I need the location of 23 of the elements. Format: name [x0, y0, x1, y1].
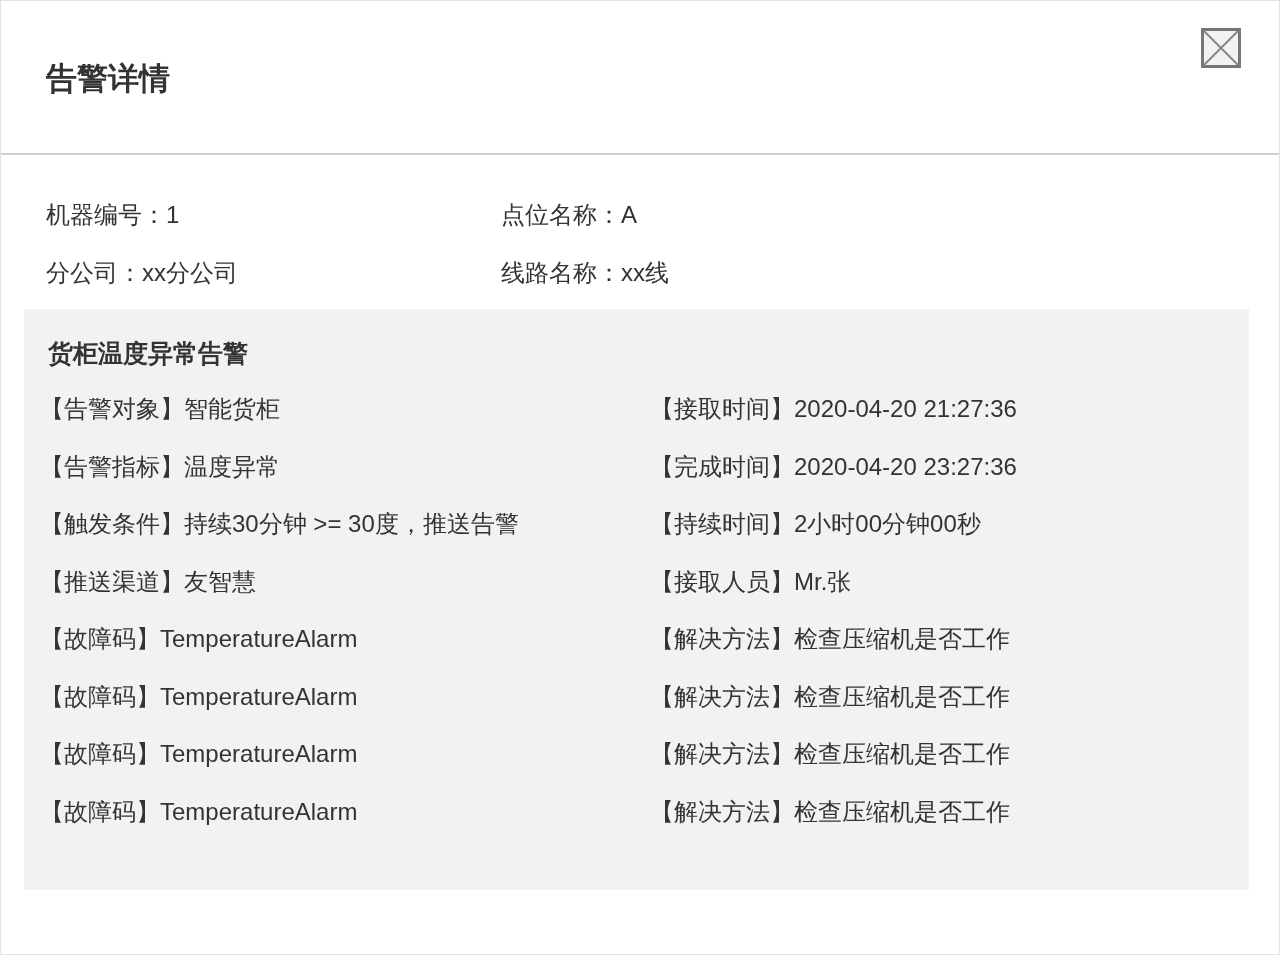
- alarm-field: 【完成时间】2020-04-20 23:27:36: [650, 448, 1249, 485]
- info-field: 线路名称：xx线: [501, 255, 1234, 291]
- alarm-field: 【触发条件】持续30分钟 >= 30度，推送告警: [40, 506, 650, 542]
- alarm-field: 【解决方法】检查压缩机是否工作: [650, 621, 1249, 657]
- alarm-field: 【接取时间】2020-04-20 21:27:36: [650, 391, 1249, 427]
- alarm-field: 【解决方法】检查压缩机是否工作: [650, 793, 1249, 830]
- alarm-field: 【解决方法】检查压缩机是否工作: [650, 736, 1249, 772]
- alarm-field: 【故障码】TemperatureAlarm: [40, 678, 650, 715]
- alarm-field: 【告警指标】温度异常: [40, 448, 650, 485]
- alarm-field: 【故障码】TemperatureAlarm: [40, 793, 650, 830]
- alarm-field: 【故障码】TemperatureAlarm: [40, 621, 650, 657]
- alarm-field: 【解决方法】检查压缩机是否工作: [650, 678, 1249, 715]
- close-button[interactable]: [1201, 28, 1241, 68]
- alarm-field: 【接取人员】Mr.张: [650, 563, 1249, 600]
- alarm-field: 【告警对象】智能货柜: [40, 391, 650, 427]
- alarm-field: 【故障码】TemperatureAlarm: [40, 736, 650, 772]
- dialog-title: 告警详情: [46, 60, 170, 98]
- info-field: 机器编号：1: [46, 197, 501, 233]
- alarm-field: 【持续时间】2小时00分钟00秒: [650, 506, 1249, 542]
- info-field: 点位名称：A: [501, 197, 1234, 233]
- alarm-title: 货柜温度异常告警: [48, 338, 249, 369]
- alarm-field: 【推送渠道】友智慧: [40, 563, 650, 600]
- info-field: 分公司：xx分公司: [46, 255, 501, 291]
